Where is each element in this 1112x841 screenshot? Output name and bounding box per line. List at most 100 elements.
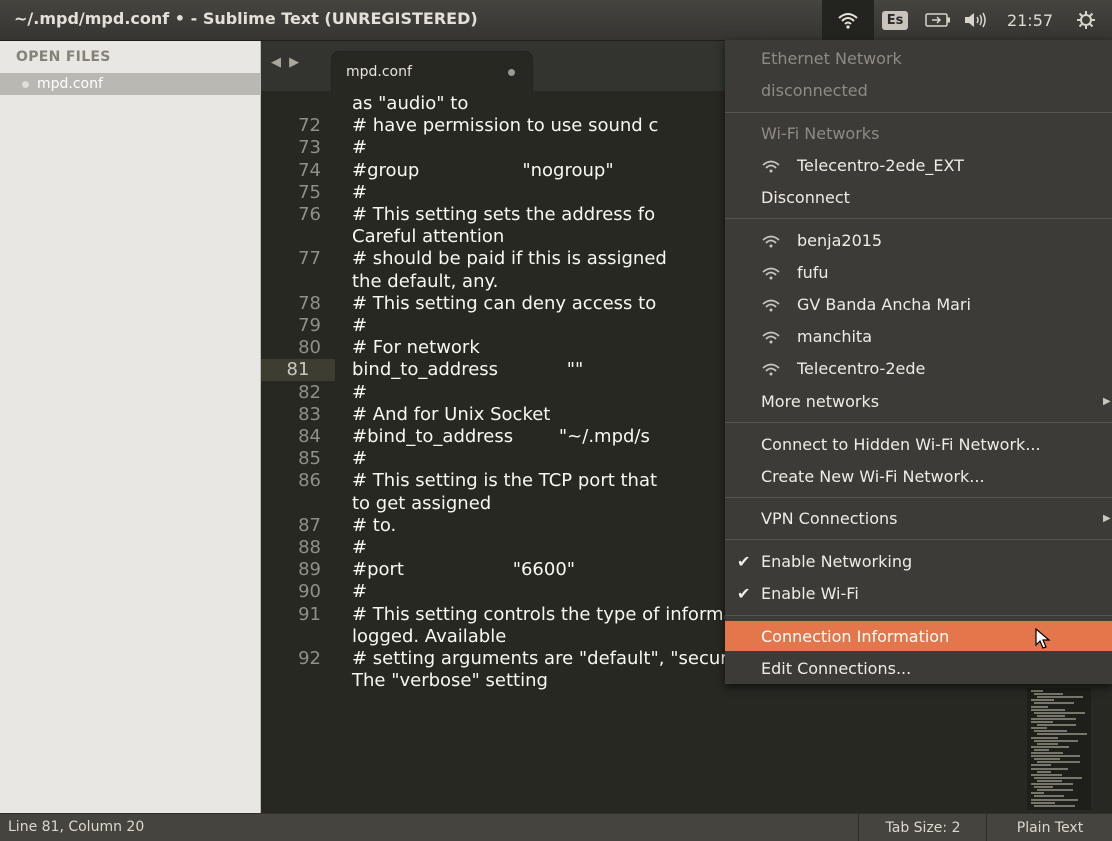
line-text: to get assigned <box>352 492 492 514</box>
tab-mpd-conf[interactable]: mpd.conf <box>331 51 533 92</box>
wifi-network-label: Telecentro-2ede <box>797 358 926 378</box>
submenu-arrow-icon: ▶ <box>1103 512 1111 524</box>
minimap-line <box>1034 702 1074 705</box>
minimap-line <box>1037 761 1080 764</box>
create-network-item[interactable]: Create New Wi-Fi Network... <box>725 461 1112 491</box>
battery-indicator[interactable] <box>920 0 956 40</box>
line-text: # For network <box>352 337 480 359</box>
wifi-icon <box>762 267 780 280</box>
volume-indicator[interactable] <box>960 0 992 40</box>
wifi-network-item[interactable]: manchita <box>725 321 1112 351</box>
line-text: The "verbose" setting <box>352 670 548 692</box>
line-number: 81 <box>261 359 335 382</box>
line-text: the default, any. <box>352 270 499 292</box>
line-number: 84 <box>298 426 321 447</box>
minimap-line <box>1031 705 1048 708</box>
clock: 21:57 <box>1006 10 1054 30</box>
tab-nav-arrows-icon[interactable]: ◀ ▶ <box>271 55 301 70</box>
keyboard-layout-badge: Es <box>881 10 909 30</box>
minimap-line <box>1034 739 1078 742</box>
minimap-line <box>1037 779 1062 782</box>
line-number: 89 <box>298 559 321 581</box>
tab-size-button[interactable]: Tab Size: 2 <box>858 814 987 841</box>
checkmark-icon: ✔ <box>737 583 751 603</box>
connection-information-item[interactable]: Connection Information <box>725 621 1112 651</box>
minimap-line <box>1031 736 1058 739</box>
line-number: 74 <box>298 159 321 181</box>
minimap-line <box>1031 699 1054 702</box>
line-text: # should be paid if this is assigned <box>352 248 667 270</box>
minimap-line <box>1037 733 1087 736</box>
wifi-network-item[interactable]: benja2015 <box>725 225 1112 255</box>
wifi-network-label: manchita <box>797 326 872 346</box>
line-number: 76 <box>298 204 321 225</box>
line-text: # <box>352 381 368 403</box>
wifi-header: Wi-Fi Networks <box>761 123 880 143</box>
line-number: 75 <box>298 181 321 203</box>
minimap-line <box>1031 752 1063 754</box>
minimap[interactable] <box>1027 688 1091 810</box>
vpn-connections-item[interactable]: VPN Connections ▶ <box>725 503 1112 533</box>
disconnect-item[interactable]: Disconnect <box>725 182 1112 212</box>
more-networks-item[interactable]: More networks ▶ <box>725 386 1112 416</box>
line-text: # This setting sets the address fo <box>352 204 656 225</box>
wifi-icon <box>762 160 780 173</box>
line-text: # <box>352 537 368 558</box>
network-indicator[interactable] <box>822 0 874 40</box>
minimap-line <box>1034 748 1049 751</box>
minimap-line <box>1031 792 1044 795</box>
minimap-line <box>1037 770 1051 773</box>
checkmark-icon: ✔ <box>737 551 751 571</box>
line-number: 90 <box>298 581 321 603</box>
wifi-network-item[interactable]: fufu <box>725 257 1112 287</box>
minimap-line <box>1037 714 1065 717</box>
tab-label: mpd.conf <box>346 64 412 80</box>
wifi-network-item[interactable]: GV Banda Ancha Mari <box>725 289 1112 319</box>
minimap-line <box>1031 708 1065 711</box>
minimap-line <box>1031 690 1043 692</box>
minimap-line <box>1031 773 1062 776</box>
window-title: ~/.mpd/mpd.conf • - Sublime Text (UNREGI… <box>14 9 478 28</box>
edit-connections-item[interactable]: Edit Connections... <box>725 653 1112 683</box>
minimap-line <box>1031 717 1076 720</box>
connected-network-item[interactable]: Telecentro-2ede_EXT <box>725 150 1112 180</box>
submenu-arrow-icon: ▶ <box>1103 395 1111 407</box>
mouse-pointer-icon <box>1035 628 1051 649</box>
wifi-network-label: fufu <box>797 262 829 282</box>
line-text: # This setting is the TCP port that <box>352 470 658 492</box>
line-number: 83 <box>298 403 321 425</box>
syntax-button[interactable]: Plain Text <box>986 814 1112 841</box>
open-files-header: OPEN FILES <box>16 49 111 65</box>
line-text: # have permission to use sound c <box>352 115 659 137</box>
line-text: #bind_to_address "~/.mpd/s <box>352 426 650 447</box>
wifi-icon <box>762 363 780 376</box>
line-number: 88 <box>298 537 321 558</box>
minimap-line <box>1031 783 1073 785</box>
unsaved-dot-icon <box>22 80 29 88</box>
line-number: 91 <box>298 603 321 625</box>
minimap-line <box>1034 786 1053 789</box>
line-text: # <box>352 137 368 159</box>
top-panel: ~/.mpd/mpd.conf • - Sublime Text (UNREGI… <box>0 0 1112 41</box>
clock-indicator[interactable]: 21:57 <box>998 0 1062 40</box>
minimap-line <box>1037 742 1058 745</box>
line-text: # <box>352 581 368 603</box>
line-text: bind_to_address "" <box>352 359 584 381</box>
keyboard-indicator[interactable]: Es <box>878 0 912 40</box>
line-number: 72 <box>298 115 321 137</box>
enable-wifi-item[interactable]: ✔ Enable Wi-Fi <box>725 578 1112 608</box>
line-text: # And for Unix Socket <box>352 403 551 425</box>
wifi-network-item[interactable]: Telecentro-2ede <box>725 353 1112 383</box>
minimap-line <box>1034 804 1075 807</box>
session-indicator[interactable] <box>1066 0 1106 40</box>
line-number: 79 <box>298 315 321 336</box>
network-menu: Ethernet Network disconnected Wi-Fi Netw… <box>725 40 1112 684</box>
connect-hidden-network-item[interactable]: Connect to Hidden Wi-Fi Network... <box>725 429 1112 459</box>
sidebar-file-mpd-conf[interactable]: mpd.conf <box>0 73 260 95</box>
wifi-network-label: GV Banda Ancha Mari <box>797 294 971 314</box>
line-text: #port "6600" <box>352 559 576 581</box>
minimap-line <box>1037 696 1083 699</box>
enable-networking-item[interactable]: ✔ Enable Networking <box>725 546 1112 576</box>
tab-close-dot-icon[interactable] <box>508 69 515 76</box>
minimap-line <box>1034 693 1063 696</box>
